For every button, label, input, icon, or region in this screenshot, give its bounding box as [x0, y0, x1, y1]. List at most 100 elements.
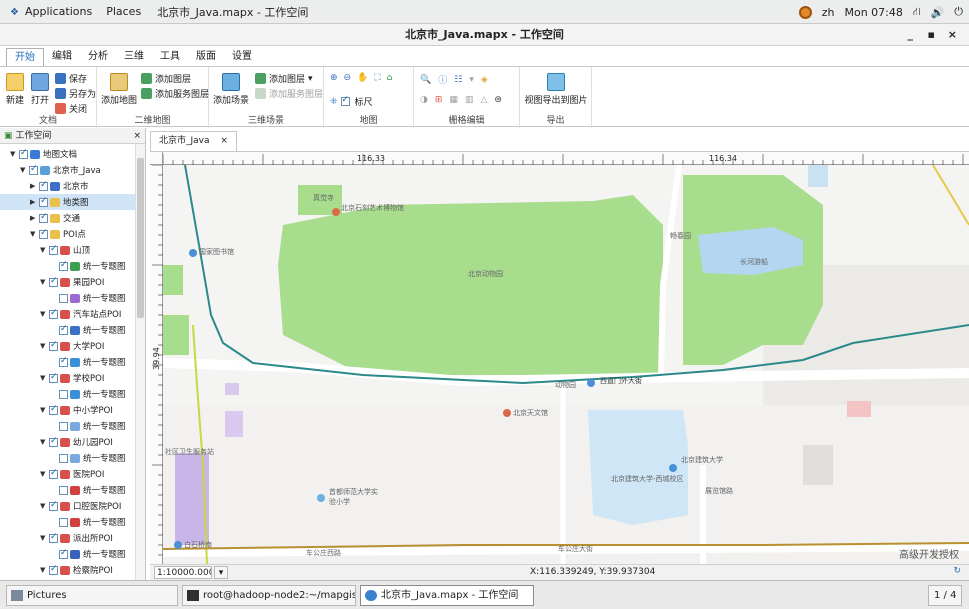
tree-item[interactable]: ▼ 大学POI	[0, 338, 136, 354]
collapse-arrow-icon[interactable]: ▼	[10, 150, 19, 158]
collapse-arrow-icon[interactable]: ▼	[40, 342, 49, 350]
collapse-arrow-icon[interactable]: ▼	[20, 166, 29, 174]
tree-item[interactable]: 统一专题图	[0, 450, 136, 466]
full-extent-icon[interactable]: ⛶	[374, 73, 380, 83]
task-terminal[interactable]: root@hadoop-node2:~/mapgis10/pr...	[182, 585, 356, 606]
volume-icon[interactable]: 🔊	[931, 6, 945, 19]
ruler-toggle[interactable]: ⁜标尺	[330, 95, 373, 108]
tree-item[interactable]: 统一专题图	[0, 258, 136, 274]
applications-menu[interactable]: ❖ Applications	[10, 5, 92, 18]
tree-item[interactable]: 统一专题图	[0, 322, 136, 338]
layer-visibility-checkbox[interactable]	[49, 244, 58, 255]
university-marker-icon[interactable]	[669, 464, 677, 472]
collapse-arrow-icon[interactable]: ▼	[40, 534, 49, 542]
collapse-arrow-icon[interactable]: ▼	[30, 230, 39, 238]
minimize-button[interactable]: _	[908, 24, 914, 46]
open-button[interactable]: 打开	[29, 73, 51, 106]
layer-visibility-checkbox[interactable]	[39, 180, 48, 191]
save-as-button[interactable]: 另存为	[55, 87, 96, 100]
tree-item[interactable]: ▼ 学校POI	[0, 370, 136, 386]
new-button[interactable]: 新建	[4, 73, 26, 106]
tree-scrollbar[interactable]	[135, 144, 145, 580]
tree-item[interactable]: ▼ 汽车站点POI	[0, 306, 136, 322]
home-icon[interactable]: ⌂	[387, 73, 393, 83]
layer-visibility-checkbox[interactable]	[49, 404, 58, 415]
collapse-arrow-icon[interactable]: ▼	[40, 470, 49, 478]
pan-icon[interactable]: ✋	[357, 73, 368, 83]
tree-item[interactable]: ▼ 山顶	[0, 242, 136, 258]
layer-visibility-checkbox[interactable]	[49, 340, 58, 351]
classify-icon[interactable]: ⊜	[494, 95, 502, 105]
tab-3d[interactable]: 三维	[116, 48, 152, 66]
layer-visibility-checkbox[interactable]	[59, 485, 68, 495]
zoom-in-icon[interactable]: ⊕	[330, 73, 338, 83]
school-marker-icon[interactable]	[317, 494, 325, 502]
list-icon[interactable]: ☷	[454, 75, 462, 85]
chevron-down-icon[interactable]: ▾	[469, 75, 474, 85]
layer-visibility-checkbox[interactable]	[19, 148, 28, 159]
layer-visibility-checkbox[interactable]	[59, 453, 68, 463]
bus-stop-marker-icon[interactable]	[174, 541, 182, 549]
language-indicator[interactable]: zh	[822, 6, 835, 19]
network-icon[interactable]: ⛙	[913, 5, 921, 20]
layer-visibility-checkbox[interactable]	[39, 228, 48, 239]
refresh-icon[interactable]: ↻	[953, 566, 961, 576]
tree-item[interactable]: ▶ 北京市	[0, 178, 136, 194]
tree-scrollbar-thumb[interactable]	[137, 158, 144, 318]
collapse-arrow-icon[interactable]: ▼	[40, 502, 49, 510]
layer-visibility-checkbox[interactable]	[49, 436, 58, 447]
collapse-arrow-icon[interactable]: ▼	[40, 246, 49, 254]
grid-icon[interactable]: ⊞	[435, 95, 443, 105]
zoom-out-icon[interactable]: ⊖	[344, 73, 352, 83]
layer-visibility-checkbox[interactable]	[59, 293, 68, 303]
pyramid-icon[interactable]: △	[480, 95, 487, 105]
layer-visibility-checkbox[interactable]	[49, 564, 58, 575]
tab-analysis[interactable]: 分析	[80, 48, 116, 66]
tab-tools[interactable]: 工具	[152, 48, 188, 66]
tree-item[interactable]: ▼ 检察院POI	[0, 562, 136, 578]
layer-visibility-checkbox[interactable]	[39, 196, 48, 207]
map-canvas[interactable]: 北京石刻艺术博物馆 真觉寺 国家图书馆 北京动物园 畅春园 长河游船 动物园 西…	[163, 165, 969, 565]
tree-item[interactable]: 统一专题图	[0, 386, 136, 402]
tab-map-document[interactable]: 北京市_Java ×	[150, 131, 237, 151]
tree-item[interactable]: ▼ 地图文档	[0, 146, 136, 162]
expand-arrow-icon[interactable]: ▶	[30, 198, 39, 206]
contrast-icon[interactable]: ◑	[420, 95, 428, 105]
planetarium-marker-icon[interactable]	[503, 409, 511, 417]
collapse-arrow-icon[interactable]: ▼	[40, 374, 49, 382]
tree-item[interactable]: ▼ POI点	[0, 226, 136, 242]
museum-marker-icon[interactable]	[332, 208, 340, 216]
workspace-pager[interactable]: 1 / 4	[928, 585, 962, 606]
library-marker-icon[interactable]	[189, 249, 197, 257]
layer-visibility-checkbox[interactable]	[59, 260, 68, 271]
scale-input[interactable]: 1:10000.0000	[154, 566, 212, 579]
add-3d-service-layer-button[interactable]: 添加服务图层	[255, 87, 323, 100]
layer-visibility-checkbox[interactable]	[59, 356, 68, 367]
task-pictures[interactable]: Pictures	[6, 585, 178, 606]
close-button[interactable]: ×	[948, 24, 957, 46]
layer-visibility-checkbox[interactable]	[59, 548, 68, 559]
add-3d-layer-button[interactable]: 添加图层 ▾	[255, 72, 313, 85]
tree-item[interactable]: ▶ 交通	[0, 210, 136, 226]
add-service-layer-button[interactable]: 添加服务图层	[141, 87, 209, 100]
collapse-arrow-icon[interactable]: ▼	[40, 438, 49, 446]
layer-visibility-checkbox[interactable]	[49, 468, 58, 479]
tree-item[interactable]: 统一专题图	[0, 482, 136, 498]
clock[interactable]: Mon 07:48	[844, 6, 902, 19]
tab-edit[interactable]: 编辑	[44, 48, 80, 66]
layer-visibility-checkbox[interactable]	[59, 421, 68, 431]
add-map-button[interactable]: 添加地图	[101, 73, 137, 106]
layer-visibility-checkbox[interactable]	[49, 500, 58, 511]
tree-item[interactable]: ▼ 中小学POI	[0, 402, 136, 418]
collapse-arrow-icon[interactable]: ▼	[40, 406, 49, 414]
tree-item[interactable]: ▼ 北京市_Java	[0, 162, 136, 178]
tree-item[interactable]: 统一专题图	[0, 418, 136, 434]
tree-item[interactable]: ▼ 医院POI	[0, 466, 136, 482]
power-icon[interactable]: ⏻	[954, 5, 963, 19]
places-menu[interactable]: Places	[106, 5, 141, 18]
scale-dropdown-icon[interactable]: ▾	[214, 566, 228, 579]
tree-item[interactable]: ▼ 口腔医院POI	[0, 498, 136, 514]
tree-item[interactable]: ▼ 幼儿园POI	[0, 434, 136, 450]
tab-close-icon[interactable]: ×	[220, 136, 228, 146]
layer-visibility-checkbox[interactable]	[59, 389, 68, 399]
